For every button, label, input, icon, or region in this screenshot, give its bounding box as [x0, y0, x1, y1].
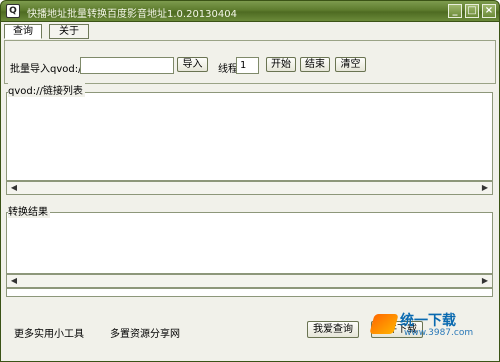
logo-icon [369, 314, 399, 334]
window-title: 快播地址批量转换百度影音地址1.0.20130404 [27, 9, 237, 20]
tab-query[interactable]: 查询 [4, 24, 42, 39]
close-button[interactable]: × [482, 4, 496, 18]
start-button[interactable]: 开始 [266, 57, 296, 72]
threads-input[interactable]: 1 [236, 57, 259, 74]
watermark-main: 统一下载 [400, 313, 456, 329]
share-link[interactable]: 多置资源分享网 [110, 325, 180, 340]
maximize-button[interactable]: □ [465, 4, 479, 18]
link-list-scrollbar[interactable]: ◀ ▶ [6, 181, 493, 195]
scroll-left-icon[interactable]: ◀ [7, 182, 21, 194]
scroll-left-icon[interactable]: ◀ [7, 275, 21, 287]
import-label: 批量导入qvod:// [10, 64, 85, 75]
scroll-right-icon[interactable]: ▶ [478, 275, 492, 287]
results-textarea[interactable] [6, 212, 493, 274]
import-input[interactable] [80, 57, 174, 74]
link-list-label: qvod://链接列表 [8, 82, 85, 97]
app-icon: Q [6, 4, 20, 18]
status-strip [6, 288, 493, 297]
scroll-right-icon[interactable]: ▶ [478, 182, 492, 194]
love-query-button[interactable]: 我爱查询 [307, 321, 359, 338]
end-button[interactable]: 结束 [300, 57, 330, 72]
results-scrollbar[interactable]: ◀ ▶ [6, 274, 493, 288]
tab-about[interactable]: 关于 [49, 24, 89, 39]
threads-label: 线程 [218, 64, 238, 75]
link-list-textarea[interactable] [6, 92, 493, 181]
watermark-url: www.3987.com [404, 328, 474, 338]
site-watermark: 统一下载 www.3987.com [369, 310, 498, 340]
results-label: 转换结果 [8, 203, 50, 218]
minimize-button[interactable]: _ [448, 4, 462, 18]
tools-link[interactable]: 更多实用小工具 [14, 325, 84, 340]
clear-button[interactable]: 清空 [335, 57, 366, 72]
title-bar: Q 快播地址批量转换百度影音地址1.0.20130404 _ □ × [0, 0, 500, 22]
import-button[interactable]: 导入 [177, 57, 208, 72]
